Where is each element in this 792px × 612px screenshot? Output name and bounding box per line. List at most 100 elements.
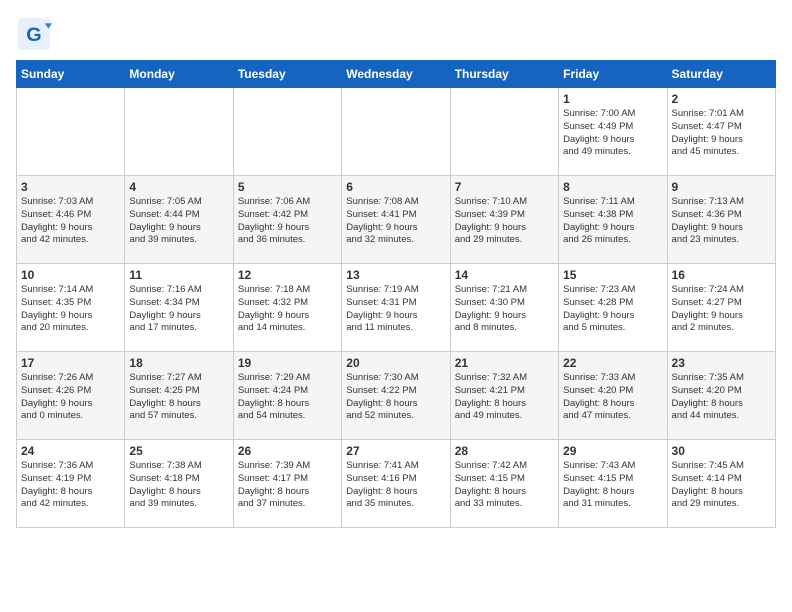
weekday-header: Tuesday (233, 61, 341, 88)
day-info: Sunrise: 7:16 AM Sunset: 4:34 PM Dayligh… (129, 284, 228, 335)
weekday-header: Sunday (17, 61, 125, 88)
logo-icon: G (16, 16, 52, 52)
day-info: Sunrise: 7:10 AM Sunset: 4:39 PM Dayligh… (455, 196, 554, 247)
day-info: Sunrise: 7:01 AM Sunset: 4:47 PM Dayligh… (672, 108, 771, 159)
day-number: 13 (346, 268, 445, 282)
day-info: Sunrise: 7:39 AM Sunset: 4:17 PM Dayligh… (238, 460, 337, 511)
day-info: Sunrise: 7:27 AM Sunset: 4:25 PM Dayligh… (129, 372, 228, 423)
calendar-cell: 4 Sunrise: 7:05 AM Sunset: 4:44 PM Daylig… (125, 176, 233, 264)
calendar-cell: 9Sunrise: 7:13 AM Sunset: 4:36 PM Daylig… (667, 176, 775, 264)
weekday-header: Friday (559, 61, 667, 88)
day-number: 11 (129, 268, 228, 282)
calendar-cell: 1 Sunrise: 7:00 AM Sunset: 4:49 PM Daylig… (559, 88, 667, 176)
calendar-week-row: 1 Sunrise: 7:00 AM Sunset: 4:49 PM Daylig… (17, 88, 776, 176)
calendar-cell (342, 88, 450, 176)
logo: G (16, 16, 56, 52)
day-info: Sunrise: 7:38 AM Sunset: 4:18 PM Dayligh… (129, 460, 228, 511)
day-number: 4 (129, 180, 228, 194)
svg-text:G: G (26, 24, 41, 46)
calendar-week-row: 3 Sunrise: 7:03 AM Sunset: 4:46 PM Daylig… (17, 176, 776, 264)
calendar-cell (450, 88, 558, 176)
day-number: 10 (21, 268, 120, 282)
calendar-cell: 8Sunrise: 7:11 AM Sunset: 4:38 PM Daylig… (559, 176, 667, 264)
day-info: Sunrise: 7:42 AM Sunset: 4:15 PM Dayligh… (455, 460, 554, 511)
calendar-week-row: 10Sunrise: 7:14 AM Sunset: 4:35 PM Dayli… (17, 264, 776, 352)
day-number: 21 (455, 356, 554, 370)
calendar-cell: 2 Sunrise: 7:01 AM Sunset: 4:47 PM Daylig… (667, 88, 775, 176)
calendar-cell: 19 Sunrise: 7:29 AM Sunset: 4:24 PM Dayli… (233, 352, 341, 440)
day-info: Sunrise: 7:41 AM Sunset: 4:16 PM Dayligh… (346, 460, 445, 511)
day-info: Sunrise: 7:06 AM Sunset: 4:42 PM Dayligh… (238, 196, 337, 247)
day-info: Sunrise: 7:33 AM Sunset: 4:20 PM Dayligh… (563, 372, 662, 423)
day-number: 28 (455, 444, 554, 458)
day-info: Sunrise: 7:36 AM Sunset: 4:19 PM Dayligh… (21, 460, 120, 511)
calendar-cell: 11 Sunrise: 7:16 AM Sunset: 4:34 PM Dayli… (125, 264, 233, 352)
day-number: 15 (563, 268, 662, 282)
day-number: 20 (346, 356, 445, 370)
day-info: Sunrise: 7:21 AM Sunset: 4:30 PM Dayligh… (455, 284, 554, 335)
calendar-cell: 6 Sunrise: 7:08 AM Sunset: 4:41 PM Daylig… (342, 176, 450, 264)
calendar-cell: 24 Sunrise: 7:36 AM Sunset: 4:19 PM Dayli… (17, 440, 125, 528)
calendar-cell: 17 Sunrise: 7:26 AM Sunset: 4:26 PM Dayli… (17, 352, 125, 440)
calendar-cell: 23Sunrise: 7:35 AM Sunset: 4:20 PM Dayli… (667, 352, 775, 440)
calendar-cell: 13 Sunrise: 7:19 AM Sunset: 4:31 PM Dayli… (342, 264, 450, 352)
calendar-cell: 5 Sunrise: 7:06 AM Sunset: 4:42 PM Daylig… (233, 176, 341, 264)
day-info: Sunrise: 7:43 AM Sunset: 4:15 PM Dayligh… (563, 460, 662, 511)
day-info: Sunrise: 7:30 AM Sunset: 4:22 PM Dayligh… (346, 372, 445, 423)
day-number: 14 (455, 268, 554, 282)
day-number: 1 (563, 92, 662, 106)
day-number: 26 (238, 444, 337, 458)
day-number: 19 (238, 356, 337, 370)
calendar-cell: 14 Sunrise: 7:21 AM Sunset: 4:30 PM Dayli… (450, 264, 558, 352)
calendar-header-row: SundayMondayTuesdayWednesdayThursdayFrid… (17, 61, 776, 88)
day-number: 6 (346, 180, 445, 194)
day-number: 2 (672, 92, 771, 106)
calendar-cell: 25 Sunrise: 7:38 AM Sunset: 4:18 PM Dayli… (125, 440, 233, 528)
day-info: Sunrise: 7:19 AM Sunset: 4:31 PM Dayligh… (346, 284, 445, 335)
calendar-cell (125, 88, 233, 176)
calendar-cell: 26 Sunrise: 7:39 AM Sunset: 4:17 PM Dayli… (233, 440, 341, 528)
day-info: Sunrise: 7:26 AM Sunset: 4:26 PM Dayligh… (21, 372, 120, 423)
weekday-header: Saturday (667, 61, 775, 88)
calendar-cell: 16 Sunrise: 7:24 AM Sunset: 4:27 PM Dayli… (667, 264, 775, 352)
calendar-cell (17, 88, 125, 176)
day-number: 30 (672, 444, 771, 458)
day-number: 25 (129, 444, 228, 458)
calendar-cell: 15 Sunrise: 7:23 AM Sunset: 4:28 PM Dayli… (559, 264, 667, 352)
day-info: Sunrise: 7:03 AM Sunset: 4:46 PM Dayligh… (21, 196, 120, 247)
day-number: 3 (21, 180, 120, 194)
day-number: 17 (21, 356, 120, 370)
day-info: Sunrise: 7:08 AM Sunset: 4:41 PM Dayligh… (346, 196, 445, 247)
weekday-header: Wednesday (342, 61, 450, 88)
day-info: Sunrise: 7:05 AM Sunset: 4:44 PM Dayligh… (129, 196, 228, 247)
calendar-cell: 10Sunrise: 7:14 AM Sunset: 4:35 PM Dayli… (17, 264, 125, 352)
day-number: 16 (672, 268, 771, 282)
day-number: 12 (238, 268, 337, 282)
day-number: 29 (563, 444, 662, 458)
calendar-cell (233, 88, 341, 176)
day-info: Sunrise: 7:45 AM Sunset: 4:14 PM Dayligh… (672, 460, 771, 511)
day-info: Sunrise: 7:32 AM Sunset: 4:21 PM Dayligh… (455, 372, 554, 423)
day-number: 27 (346, 444, 445, 458)
day-info: Sunrise: 7:00 AM Sunset: 4:49 PM Dayligh… (563, 108, 662, 159)
calendar-cell: 21 Sunrise: 7:32 AM Sunset: 4:21 PM Dayli… (450, 352, 558, 440)
day-number: 22 (563, 356, 662, 370)
calendar-week-row: 24 Sunrise: 7:36 AM Sunset: 4:19 PM Dayli… (17, 440, 776, 528)
day-info: Sunrise: 7:24 AM Sunset: 4:27 PM Dayligh… (672, 284, 771, 335)
calendar-cell: 18 Sunrise: 7:27 AM Sunset: 4:25 PM Dayli… (125, 352, 233, 440)
day-number: 24 (21, 444, 120, 458)
calendar-cell: 7Sunrise: 7:10 AM Sunset: 4:39 PM Daylig… (450, 176, 558, 264)
day-info: Sunrise: 7:35 AM Sunset: 4:20 PM Dayligh… (672, 372, 771, 423)
calendar-cell: 30 Sunrise: 7:45 AM Sunset: 4:14 PM Dayli… (667, 440, 775, 528)
day-number: 18 (129, 356, 228, 370)
day-info: Sunrise: 7:18 AM Sunset: 4:32 PM Dayligh… (238, 284, 337, 335)
day-number: 5 (238, 180, 337, 194)
weekday-header: Monday (125, 61, 233, 88)
day-number: 9 (672, 180, 771, 194)
day-info: Sunrise: 7:29 AM Sunset: 4:24 PM Dayligh… (238, 372, 337, 423)
calendar-week-row: 17 Sunrise: 7:26 AM Sunset: 4:26 PM Dayli… (17, 352, 776, 440)
page-header: G (16, 16, 776, 52)
calendar-cell: 28 Sunrise: 7:42 AM Sunset: 4:15 PM Dayli… (450, 440, 558, 528)
day-number: 8 (563, 180, 662, 194)
day-info: Sunrise: 7:23 AM Sunset: 4:28 PM Dayligh… (563, 284, 662, 335)
